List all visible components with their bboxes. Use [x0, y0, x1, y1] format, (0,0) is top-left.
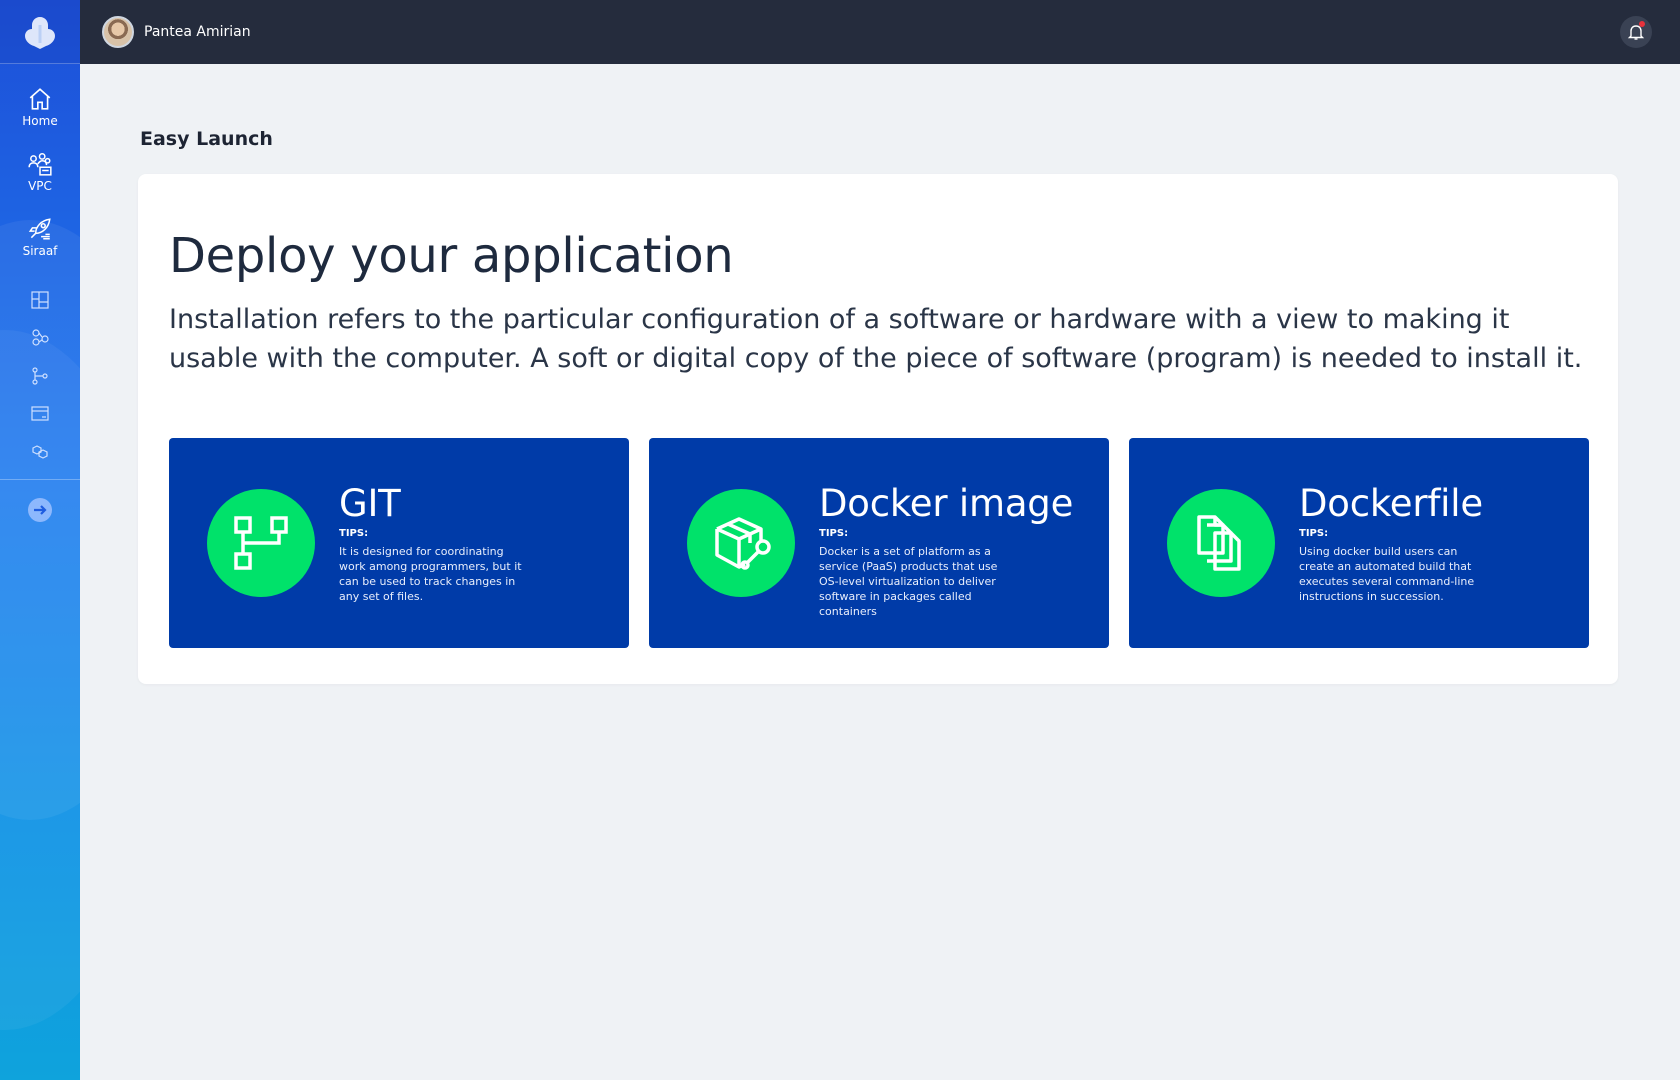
sidebar-item-home[interactable]: Home [0, 86, 80, 151]
sidebar-expand[interactable] [0, 479, 80, 539]
package-wrench-icon [715, 517, 771, 570]
card-description: Using docker build users can create an a… [1299, 545, 1475, 603]
sidebar-item-siraaf[interactable]: Siraaf [0, 216, 80, 281]
vpc-icon [28, 152, 52, 176]
sidebar-item-window[interactable] [0, 395, 80, 433]
card-tips-label: TIPS: [819, 528, 849, 539]
sidebar-item-label: VPC [28, 179, 52, 193]
card-icon-circle [207, 489, 315, 597]
card-description: Docker is a set of platform as a service… [819, 545, 998, 618]
card-icon-circle [687, 489, 795, 597]
card-icon-circle [1167, 489, 1275, 597]
notifications-button[interactable] [1620, 16, 1652, 48]
sidebar-item-git[interactable] [0, 357, 80, 395]
card-description: It is designed for coordinating work amo… [339, 545, 522, 603]
documents-icon [1197, 515, 1241, 571]
sidebar-item-dashboard[interactable] [0, 281, 80, 319]
browser-window-icon [31, 406, 49, 421]
top-bar: Pantea Amirian [80, 0, 1680, 64]
cubes-icon [32, 445, 48, 459]
sidebar-item-cubes[interactable] [0, 433, 80, 471]
home-icon [29, 88, 51, 110]
card-docker-image[interactable]: Docker image TIPS: Docker is a set of pl… [649, 438, 1109, 648]
git-flow-icon [234, 516, 288, 570]
sidebar-item-label: Siraaf [22, 244, 58, 258]
card-title: GIT [339, 482, 401, 525]
card-title: Docker image [819, 482, 1074, 525]
git-branch-icon [32, 367, 48, 385]
sidebar: Home VPC Siraaf [0, 0, 80, 1080]
notification-badge [1639, 21, 1645, 27]
card-tips-label: TIPS: [339, 528, 369, 539]
nodes-icon [32, 329, 49, 346]
dashboard-icon [31, 291, 49, 309]
section-title: Easy Launch [140, 128, 273, 150]
sidebar-item-vpc[interactable]: VPC [0, 151, 80, 216]
avatar[interactable] [102, 16, 134, 48]
page-title: Deploy your application [169, 228, 734, 284]
card-dockerfile[interactable]: Dockerfile TIPS: Using docker build user… [1129, 438, 1589, 648]
card-git[interactable]: GIT TIPS: It is designed for coordinatin… [169, 438, 629, 648]
deploy-panel: Deploy your application Installation ref… [138, 174, 1618, 684]
page-description: Installation refers to the particular co… [169, 304, 1583, 374]
sidebar-item-nodes[interactable] [0, 319, 80, 357]
user-name: Pantea Amirian [144, 24, 251, 40]
sidebar-item-label: Home [22, 114, 58, 128]
app-logo[interactable] [0, 0, 80, 64]
arrow-right-icon [28, 497, 52, 522]
card-tips-label: TIPS: [1299, 528, 1329, 539]
card-title: Dockerfile [1299, 482, 1483, 525]
logo-icon [25, 16, 55, 49]
rocket-icon [28, 218, 51, 240]
